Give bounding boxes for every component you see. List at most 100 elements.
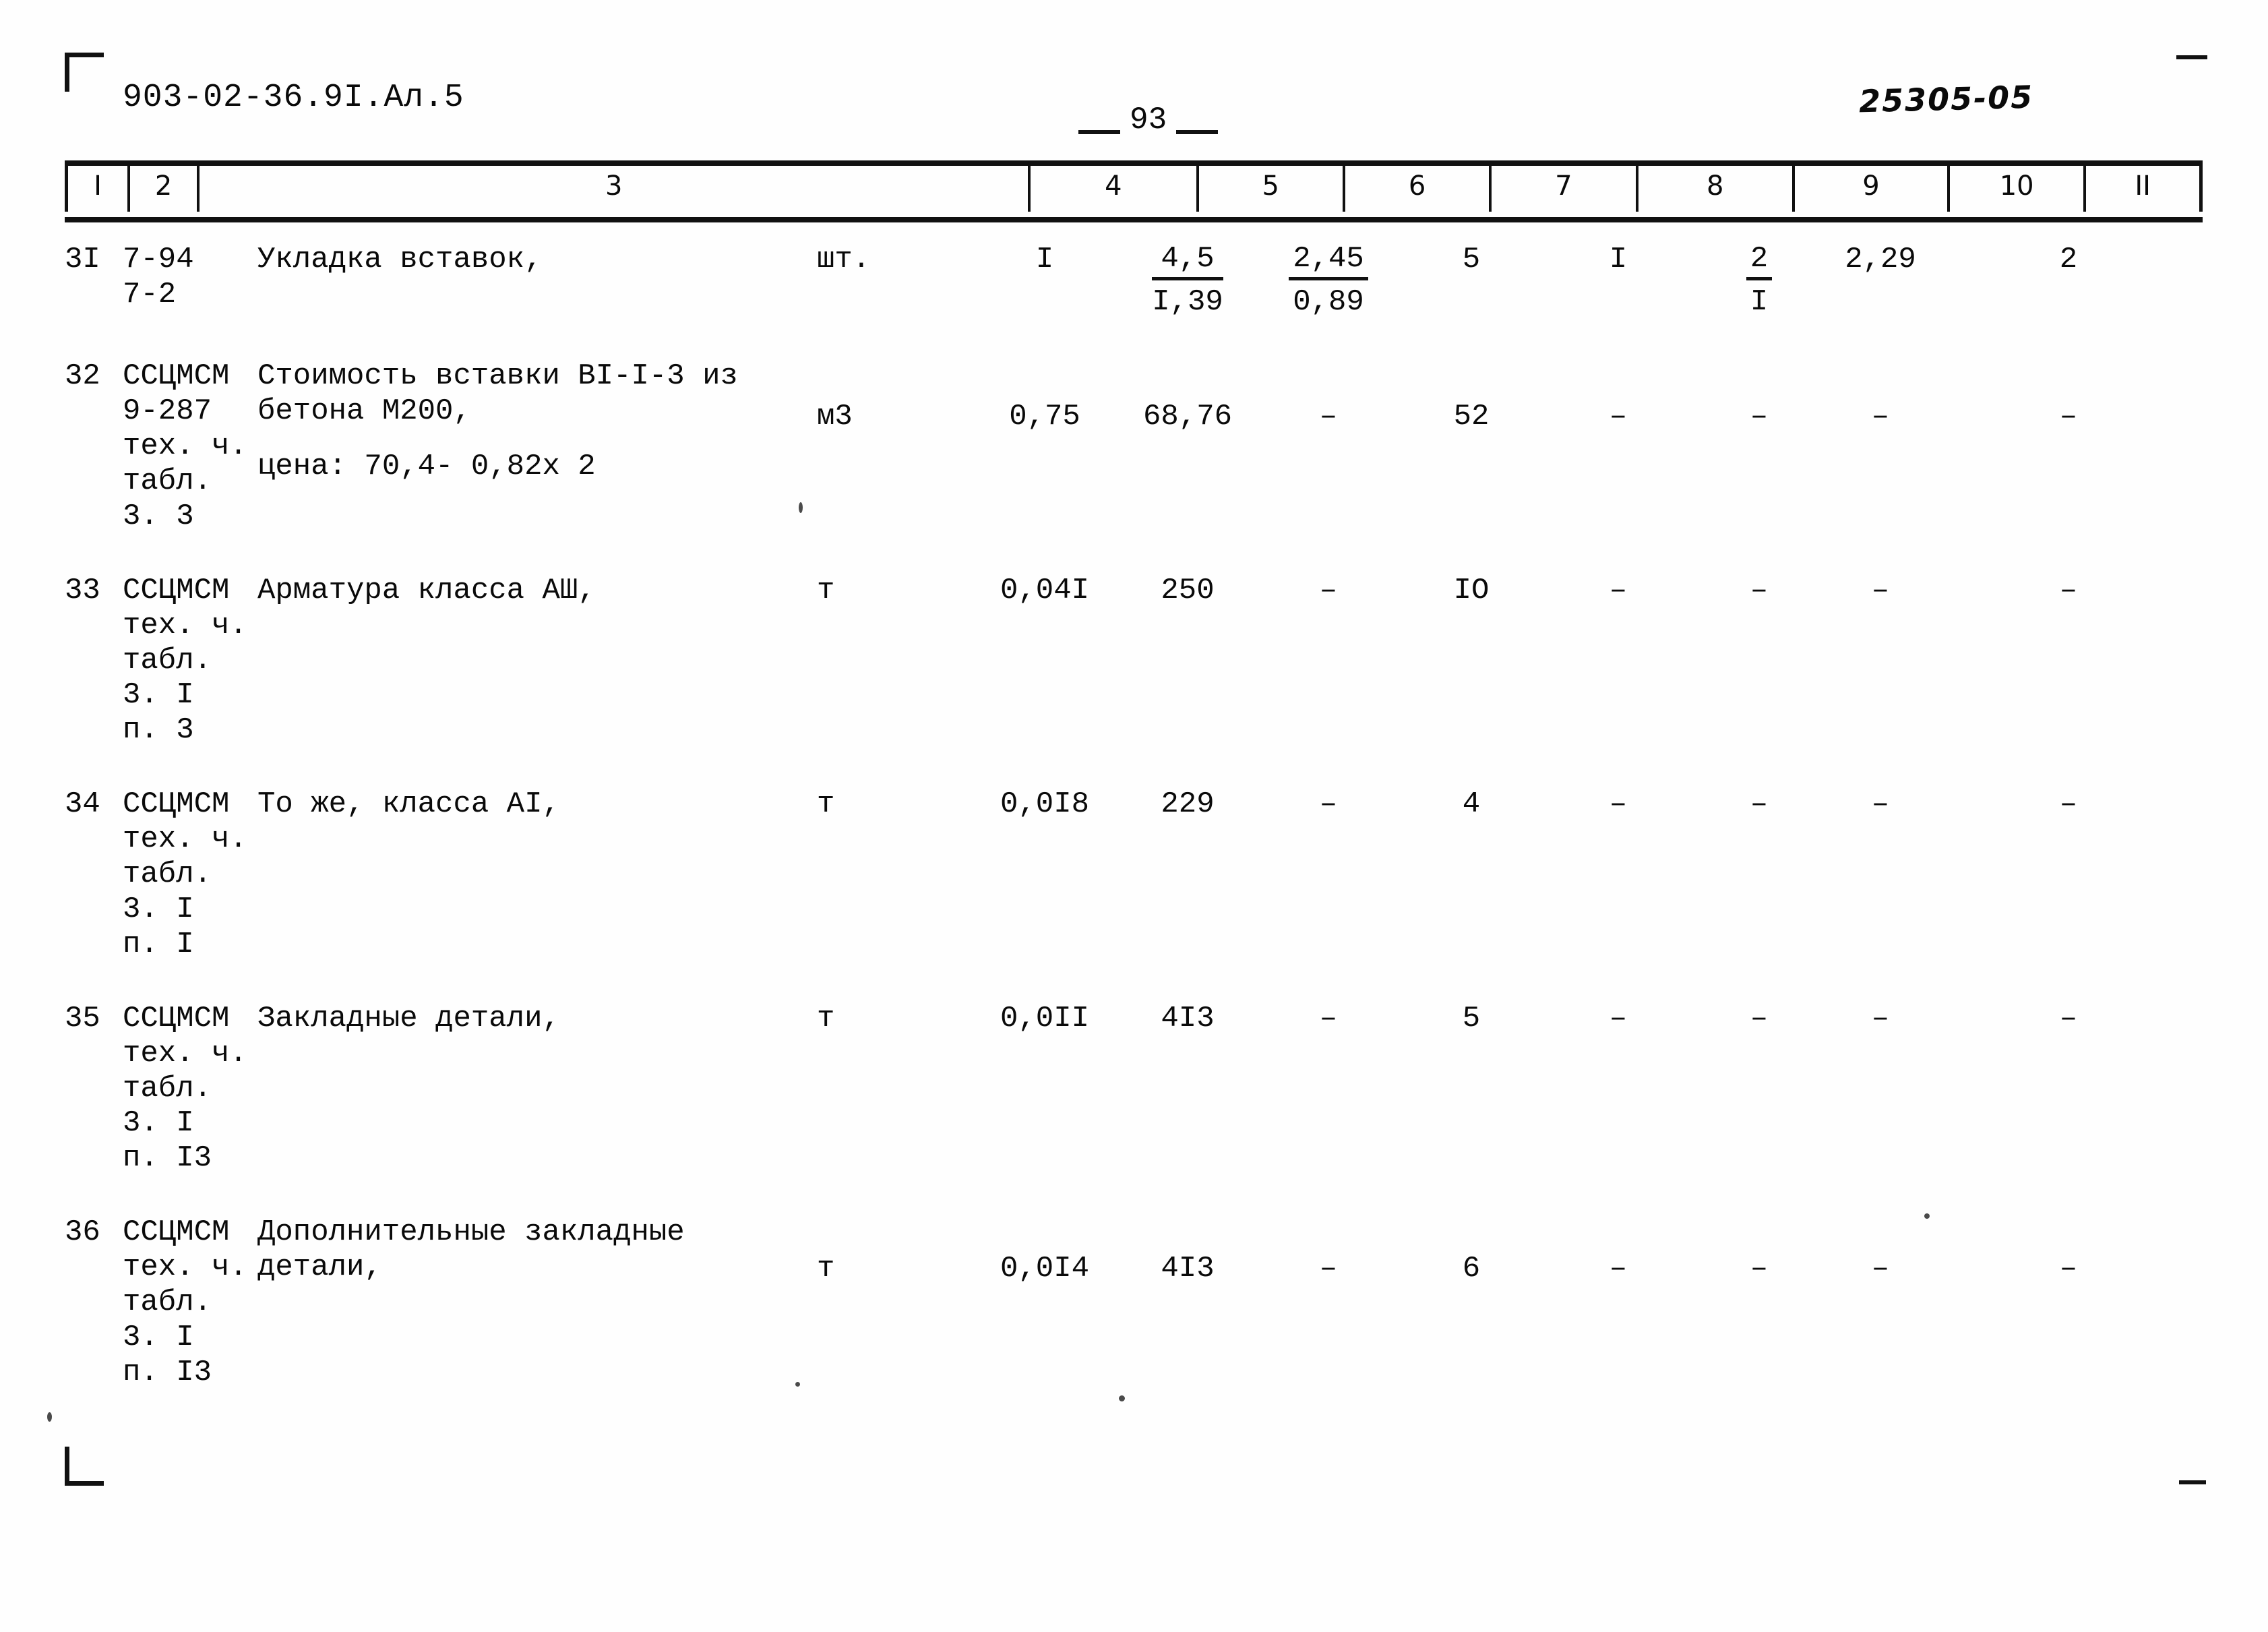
page-number-value: 93 [1130,102,1167,138]
row-col11: – [1934,359,2203,535]
column-header-6: 6 [1342,160,1492,212]
data-table: 3I 7-94 7-2 Укладка вставок, шт. I 4,5 I… [65,242,2203,1391]
row-col11-text: – [2059,1252,2078,1286]
table-header-band: I 2 3 4 5 6 7 8 9 10 II [65,160,2203,222]
row-number: 34 [65,787,100,822]
row-col5: 229 [1161,787,1215,822]
row-description-text: То же, класса АI, [257,787,560,822]
column-header-7: 7 [1489,160,1638,212]
row-col9-text: – [1750,400,1769,434]
row-number: 33 [65,573,100,607]
row-col6-text: – [1319,1252,1338,1286]
fraction-numerator: 2 [1746,242,1773,281]
row-description-text: Дополнительные закладные детали, [257,1215,685,1285]
row-col6: – [1259,1215,1398,1391]
row-col4: I [1035,243,1054,276]
row-col4: 0,75 [973,359,1116,535]
row-col4: 0,0I4 [973,1215,1116,1391]
table-row: 34 ССЦМСМ тех. ч. табл. 3. I п. I То же,… [65,787,2203,963]
scanned-page: 903-02-36.9I.Ал.5 93 25305-05 I 2 3 4 5 … [0,0,2268,1632]
row-code: ССЦМСМ 9-287 тех. ч. табл. 3. 3 [123,359,247,533]
row-col8: – [1609,1001,1628,1035]
row-col5-text: 68,76 [1142,400,1233,434]
row-unit: т [817,1215,973,1391]
column-header-4: 4 [1028,160,1199,212]
crop-mark-top-left [65,53,104,92]
row-spacer [65,320,2203,359]
row-description: Укладка вставок, [257,243,817,320]
row-unit-text: м3 [817,400,853,434]
fraction-numerator: 2,45 [1289,242,1368,281]
row-col8-text: – [1609,400,1628,434]
row-col9: – [1750,787,1769,822]
fraction-value: 2,45 0,89 [1289,242,1368,320]
table-rule-top [65,160,2203,166]
row-col5: 4I3 [1161,1001,1215,1035]
row-number: 35 [65,1001,100,1035]
row-unit: м3 [817,359,973,535]
row-col11: – [2059,787,2078,822]
row-spacer [65,1176,2203,1215]
row-col11: – [1934,1215,2203,1391]
column-header-1: I [65,160,130,212]
row-col7-text: 52 [1453,400,1490,434]
row-col11: – [2059,573,2078,607]
row-description-text: Закладные детали, [257,1001,560,1035]
row-code: ССЦМСМ тех. ч. табл. 3. I п. 3 [123,573,247,748]
row-code: ССЦМСМ тех. ч. табл. 3. I п. I [123,787,247,961]
column-header-10: 10 [1947,160,2087,212]
row-col7: 5 [1462,1001,1481,1035]
row-code: ССЦМСМ тех. ч. табл. 3. I п. I3 [123,1001,247,1176]
crop-mark-bottom-right [2179,1480,2206,1484]
row-unit: шт. [817,243,871,276]
row-col5: 250 [1161,573,1215,607]
row-col7: 52 [1398,359,1545,535]
row-col8-text: – [1609,1252,1628,1286]
row-col9-text: – [1750,1252,1769,1286]
row-spacer [65,535,2203,574]
row-col7: 6 [1398,1215,1545,1391]
row-col9: – [1750,1001,1769,1035]
row-col5: 68,76 [1116,359,1259,535]
column-header-8: 8 [1635,160,1795,212]
row-col4-text: 0,0I4 [1000,1252,1090,1286]
scan-speck [47,1412,52,1422]
row-number: 36 [65,1215,100,1250]
row-col10: – [1871,787,1890,822]
crop-mark-top-right [2176,55,2207,59]
table-body: 3I 7-94 7-2 Укладка вставок, шт. I 4,5 I… [65,242,2203,1391]
fraction-denominator: I,39 [1152,285,1223,320]
row-col5: 4,5 I,39 [1116,242,1259,320]
column-header-3: 3 [197,160,1031,212]
row-col10-text: – [1871,400,1890,434]
page-number-dash-left [1078,130,1120,134]
table-row: 3I 7-94 7-2 Укладка вставок, шт. I 4,5 I… [65,242,2203,320]
column-header-5: 5 [1196,160,1345,212]
row-col10: – [1871,1001,1890,1035]
row-description-text: Укладка вставок, [257,243,543,276]
row-unit-text: т [817,1252,835,1286]
fraction-denominator: I [1750,285,1769,320]
table-rule-bottom [65,217,2203,222]
row-col10-text: – [1871,1252,1890,1286]
row-description: То же, класса АI, [257,787,817,963]
column-header-2: 2 [127,160,200,212]
row-number: 3I [65,243,100,276]
column-header-11: II [2083,160,2203,212]
page-number-dash-right [1176,130,1219,134]
row-col11: – [2059,1001,2078,1035]
table-row: 36 ССЦМСМ тех. ч. табл. 3. I п. I3 Допол… [65,1215,2203,1391]
table-row: 33 ССЦМСМ тех. ч. табл. 3. I п. 3 Армату… [65,574,2203,749]
crop-mark-bottom-left [65,1447,104,1486]
fraction-value: 4,5 I,39 [1152,242,1223,320]
row-col11-text: – [2059,400,2078,434]
fraction-value: 2 I [1746,242,1773,320]
row-description: Арматура класса АШ, [257,574,817,749]
column-header-9: 9 [1791,160,1951,212]
row-col7: 5 [1462,243,1481,276]
row-col5-text: 4I3 [1161,1252,1215,1286]
row-col6: – [1319,787,1338,822]
row-description: Дополнительные закладные детали, [257,1215,817,1391]
scan-speck [1119,1395,1125,1401]
row-col7: 4 [1462,787,1481,822]
